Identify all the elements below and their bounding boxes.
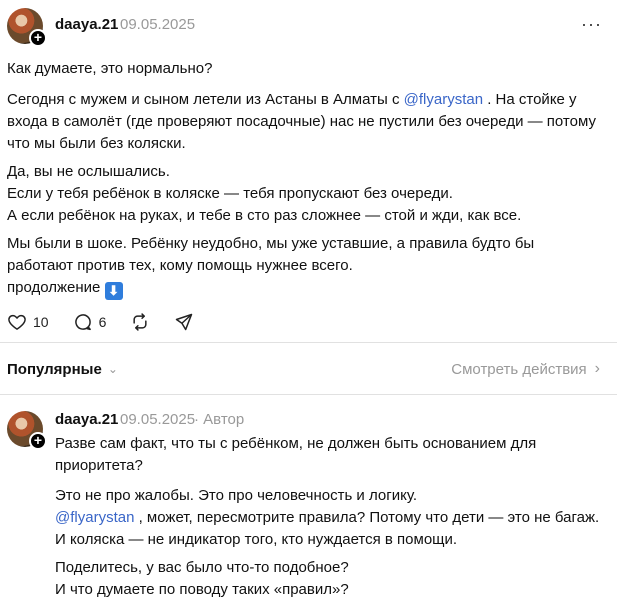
repost-icon <box>133 313 147 331</box>
view-activity-link[interactable]: Смотреть действия › <box>451 360 600 378</box>
reply-username[interactable]: daaya.21 <box>55 411 118 428</box>
follow-plus-icon[interactable]: + <box>29 29 47 47</box>
avatar[interactable]: + <box>7 8 47 47</box>
repost-button[interactable] <box>130 312 150 332</box>
comment-icon <box>74 314 91 331</box>
send-icon <box>176 313 193 331</box>
post-title-line: Как думаете, это нормально? <box>7 60 213 77</box>
reply-paragraph-1: Это не про жалобы. Это про человечность … <box>55 487 600 548</box>
comment-button[interactable]: 6 <box>73 312 107 332</box>
reply-question: Разве сам факт, что ты с ребёнком, не до… <box>55 435 537 474</box>
post-username[interactable]: daaya.21 <box>55 16 118 33</box>
more-options-icon[interactable]: ··· <box>581 15 602 33</box>
post-paragraph-2: Да, вы не ослышались. Если у тебя ребёно… <box>7 163 522 224</box>
heart-icon <box>8 314 26 330</box>
reply-avatar[interactable]: + <box>7 411 47 450</box>
post-date[interactable]: 09.05.2025 <box>120 16 195 33</box>
post-paragraph-1: Сегодня с мужем и сыном летели из Астаны… <box>7 91 596 152</box>
post-paragraph-3: Мы были в шоке. Ребёнку неудобно, мы уже… <box>7 235 535 300</box>
post-actions: 10 6 <box>7 311 208 333</box>
divider <box>0 394 617 395</box>
follow-plus-icon[interactable]: + <box>29 432 47 450</box>
replies-sort-bar: Популярные ⌄ Смотреть действия › <box>7 358 600 380</box>
sort-dropdown[interactable]: Популярные ⌄ <box>7 361 118 378</box>
like-button[interactable]: 10 <box>7 312 49 332</box>
chevron-right-icon: › <box>594 360 600 377</box>
reply-date[interactable]: 09.05.2025 <box>120 411 195 428</box>
comment-count: 6 <box>98 314 107 330</box>
reply-paragraph-2: Поделитесь, у вас было что-то подобное? … <box>55 559 349 598</box>
divider <box>0 342 617 343</box>
mention-link[interactable]: @flyarystan <box>404 91 483 108</box>
share-button[interactable] <box>174 312 194 332</box>
like-count: 10 <box>33 314 49 330</box>
chevron-down-icon: ⌄ <box>107 362 118 376</box>
down-arrow-icon: ⬇ <box>104 282 123 300</box>
author-tag: · Автор <box>194 411 245 428</box>
mention-link[interactable]: @flyarystan <box>55 509 134 526</box>
